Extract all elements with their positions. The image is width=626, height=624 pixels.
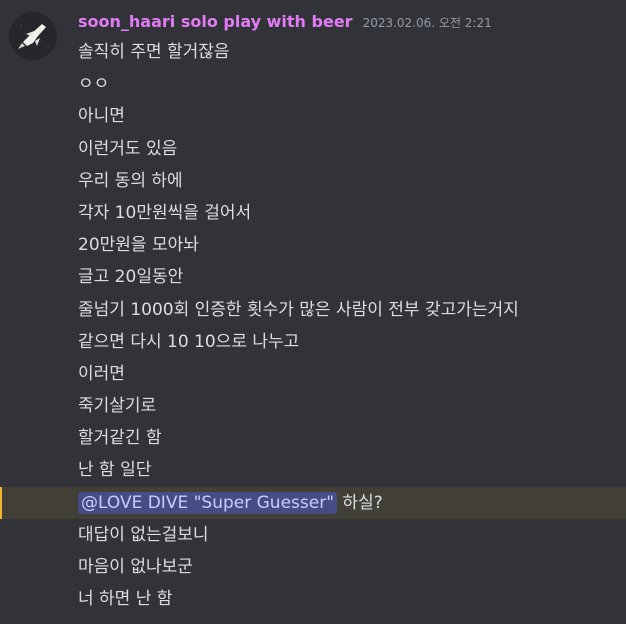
message-line: 아니면 [78, 106, 125, 127]
mention-message-line: @LOVE DIVE "Super Guesser" 하실? [0, 486, 626, 520]
message-line: 우리 동의 하에 [78, 170, 183, 191]
message-line: 난 함 일단 [78, 460, 152, 481]
message-line: 이러면 [78, 363, 125, 384]
message-line: 솔직히 주면 할거잖음 [78, 42, 230, 62]
message-line: 이런거도 있음 [78, 138, 178, 159]
message-line: 20만원을 모아놔 [78, 235, 199, 256]
message-line: 죽기살기로 [78, 396, 157, 417]
message-line: 대답이 없는걸보니 [78, 524, 209, 545]
chat-message-group: soon_haari solo play with beer 2023.02.0… [0, 0, 626, 624]
message-line: 같으면 다시 10 10으로 나누고 [78, 331, 300, 352]
mention-line-text: 하실? [337, 492, 383, 513]
username[interactable]: soon_haari solo play with beer [78, 12, 353, 31]
message-line: 글고 20일동안 [78, 267, 184, 288]
message-line: 줄넘기 1000회 인증한 횟수가 많은 사람이 전부 갖고가는거지 [78, 299, 519, 320]
message-line: 마음이 없나보군 [78, 557, 193, 577]
message-line: 할거같긴 함 [78, 428, 162, 449]
user-mention[interactable]: @LOVE DIVE "Super Guesser" [78, 491, 338, 514]
message-line: 너 하면 난 함 [78, 589, 173, 610]
timestamp: 2023.02.06. 오전 2:21 [362, 16, 492, 30]
message-line: ㅇㅇ [78, 74, 110, 95]
message-header: soon_haari solo play with beer 2023.02.0… [78, 12, 492, 36]
message-line: 각자 10만원씩을 걸어서 [78, 202, 252, 223]
message-lines: 솔직히 주면 할거잖음 ㅇㅇ 아니면 이런거도 있음 우리 동의 하에 각자 1… [0, 36, 626, 615]
